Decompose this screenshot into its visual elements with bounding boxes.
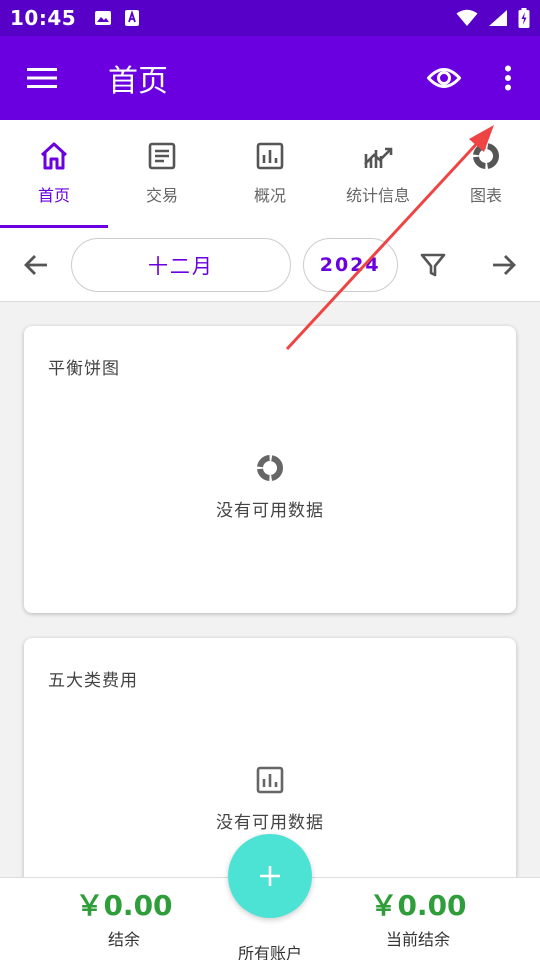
account-selector[interactable]: 所有账户	[0, 940, 540, 960]
tab-label: 概况	[253, 186, 286, 205]
tab-label: 首页	[37, 186, 70, 205]
donut-icon	[257, 455, 283, 481]
empty-message: 没有可用数据	[216, 501, 324, 521]
donut-icon	[473, 143, 499, 169]
plus-icon	[260, 866, 280, 886]
battery-icon	[518, 8, 530, 28]
menu-icon	[27, 68, 57, 88]
balance-pie-card[interactable]: 平衡饼图 没有可用数据	[24, 326, 516, 613]
empty-state: 没有可用数据	[24, 454, 516, 521]
arrow-right-icon	[493, 254, 517, 275]
notification-icons	[94, 9, 140, 27]
tab-overview[interactable]: 概况	[216, 120, 324, 228]
month-selector[interactable]: 十二月	[71, 237, 291, 292]
status-bar: 10:45	[0, 0, 540, 36]
tab-bar: 首页 交易 概况 统计信息 图表	[0, 120, 540, 228]
balance-value: ￥0.00	[75, 889, 173, 922]
card-title: 平衡饼图	[48, 359, 120, 379]
arrow-left-icon	[23, 254, 47, 275]
prev-period-button[interactable]	[0, 228, 71, 302]
empty-state: 没有可用数据	[24, 766, 516, 833]
tab-home[interactable]: 首页	[0, 120, 108, 228]
more-vert-icon	[505, 65, 511, 91]
page-title: 首页	[108, 64, 168, 99]
trend-icon	[364, 147, 393, 168]
signal-icon	[489, 10, 507, 26]
status-time: 10:45	[10, 6, 77, 30]
add-transaction-button[interactable]	[228, 834, 312, 918]
system-icons	[456, 8, 530, 28]
tab-charts[interactable]: 图表	[432, 120, 540, 228]
app-bar-actions	[412, 36, 540, 120]
visibility-button[interactable]	[412, 36, 476, 120]
home-icon	[40, 142, 68, 170]
app-bar: 首页	[0, 36, 540, 120]
wifi-icon	[456, 9, 478, 26]
menu-button[interactable]	[0, 36, 84, 120]
bar-chart-icon	[256, 766, 284, 794]
gallery-icon	[95, 11, 112, 25]
empty-message: 没有可用数据	[216, 813, 324, 833]
text-recognition-icon	[125, 10, 140, 26]
tab-label: 统计信息	[345, 186, 410, 205]
more-options-button[interactable]	[476, 36, 540, 120]
tab-transactions[interactable]: 交易	[108, 120, 216, 228]
filter-icon	[420, 253, 446, 276]
card-title: 五大类费用	[48, 671, 138, 691]
document-icon	[148, 142, 176, 170]
tab-statistics[interactable]: 统计信息	[324, 120, 432, 228]
year-selector[interactable]: 2024	[302, 237, 398, 292]
eye-icon	[427, 68, 461, 88]
date-selector: 十二月 2024	[0, 228, 540, 302]
tab-label: 图表	[469, 186, 502, 205]
filter-button[interactable]	[398, 228, 469, 302]
current-balance-value: ￥0.00	[369, 889, 467, 922]
bar-chart-icon	[256, 142, 284, 170]
next-period-button[interactable]	[469, 228, 540, 302]
tab-label: 交易	[145, 186, 178, 205]
